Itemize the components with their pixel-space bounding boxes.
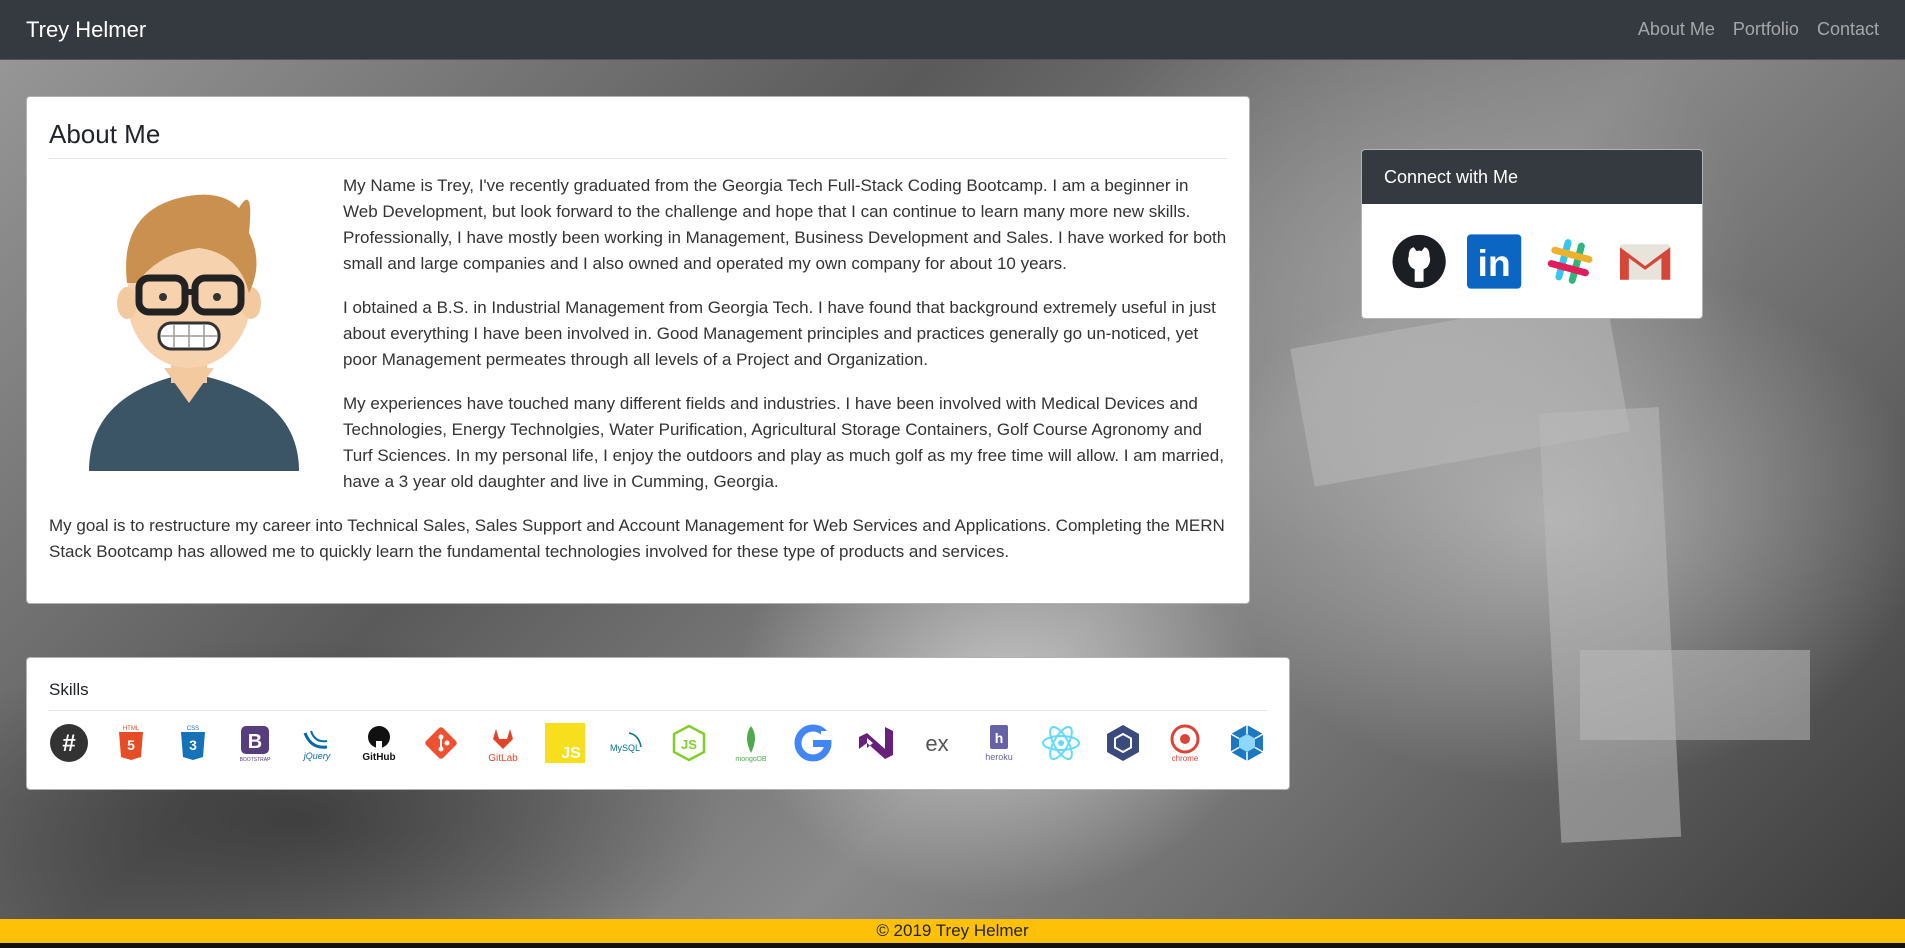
about-paragraph: I obtained a B.S. in Industrial Manageme… — [343, 298, 1216, 369]
connect-card: Connect with Me in — [1361, 149, 1703, 319]
about-card: About Me My Name is Trey, I've recently … — [26, 96, 1250, 604]
bootstrap-icon: B BOOTSTRAP — [235, 723, 275, 763]
bg-metal-shape — [1538, 407, 1682, 843]
connect-icons: in — [1362, 204, 1702, 319]
visual-studio-icon — [855, 723, 895, 763]
about-title: About Me — [49, 119, 1227, 159]
nodejs-icon: JS — [669, 723, 709, 763]
chrome-icon: chrome — [1165, 723, 1205, 763]
footer-copyright: © 2019 Trey Helmer — [876, 921, 1029, 940]
skills-title: Skills — [49, 680, 1267, 711]
svg-text:B: B — [248, 731, 262, 753]
svg-text:heroku: heroku — [985, 752, 1013, 762]
express-icon: ex — [917, 723, 957, 763]
nav-contact[interactable]: Contact — [1817, 19, 1879, 40]
svg-text:chrome: chrome — [1172, 754, 1199, 763]
webpack-icon — [1227, 723, 1267, 763]
skills-row: # 5 HTML 3 CSS B BOOTSTRAP jQuery GitHub Gi… — [49, 723, 1267, 763]
gmail-icon[interactable] — [1618, 234, 1672, 289]
skills-card: Skills # 5 HTML 3 CSS B BOOTSTRAP jQuery Gi… — [26, 657, 1290, 790]
footer: © 2019 Trey Helmer — [0, 919, 1905, 943]
svg-text:h: h — [995, 730, 1004, 746]
nav-about-me[interactable]: About Me — [1638, 19, 1715, 40]
svg-text:3: 3 — [189, 737, 197, 753]
svg-text:BOOTSTRAP: BOOTSTRAP — [240, 757, 272, 763]
svg-text:JS: JS — [681, 737, 697, 752]
mysql-icon: MySQL — [607, 723, 647, 763]
svg-text:5: 5 — [127, 737, 135, 753]
about-goal: My goal is to restructure my career into… — [49, 516, 1225, 561]
svg-text:jQuery: jQuery — [303, 751, 331, 761]
avatar-illustration — [89, 194, 299, 471]
javascript-icon: JS — [545, 723, 585, 763]
bg-metal-shape — [1580, 650, 1810, 740]
svg-text:CSS: CSS — [187, 726, 199, 732]
gitlab-icon: GitLab — [483, 723, 523, 763]
jquery-icon: jQuery — [297, 723, 337, 763]
svg-text:HTML: HTML — [123, 726, 140, 732]
nav-portfolio[interactable]: Portfolio — [1733, 19, 1799, 40]
html5-icon: 5 HTML — [111, 723, 151, 763]
svg-text:mongoDB: mongoDB — [735, 756, 766, 763]
footer-bottom-strip — [0, 943, 1905, 948]
react-icon — [1041, 723, 1081, 763]
svg-text:MySQL: MySQL — [610, 743, 640, 753]
github-icon: GitHub — [359, 723, 399, 763]
nav-links: About Me Portfolio Contact — [1638, 19, 1879, 40]
svg-text:GitHub: GitHub — [362, 752, 395, 763]
slack-icon[interactable] — [1543, 234, 1597, 289]
heroku-icon: h heroku — [979, 723, 1019, 763]
slack-icon: # — [49, 723, 89, 763]
connect-title: Connect with Me — [1362, 150, 1702, 204]
svg-text:ex: ex — [925, 731, 948, 756]
svg-text:#: # — [62, 730, 75, 757]
svg-text:JS: JS — [561, 745, 581, 762]
git-icon — [421, 723, 461, 763]
webpack-icon — [1103, 723, 1143, 763]
navbar: Trey Helmer About Me Portfolio Contact — [0, 0, 1905, 60]
linkedin-icon[interactable]: in — [1467, 234, 1522, 289]
about-body: My Name is Trey, I've recently graduated… — [49, 173, 1227, 513]
google-icon — [793, 723, 833, 763]
about-paragraph: My experiences have touched many differe… — [343, 394, 1224, 491]
linkedin-label: in — [1478, 242, 1511, 284]
github-icon[interactable] — [1392, 234, 1446, 289]
css3-icon: 3 CSS — [173, 723, 213, 763]
brand[interactable]: Trey Helmer — [26, 17, 146, 43]
mongodb-icon: mongoDB — [731, 723, 771, 763]
about-paragraph: My Name is Trey, I've recently graduated… — [343, 176, 1227, 273]
about-text: My Name is Trey, I've recently graduated… — [343, 173, 1227, 513]
svg-text:GitLab: GitLab — [488, 753, 518, 763]
